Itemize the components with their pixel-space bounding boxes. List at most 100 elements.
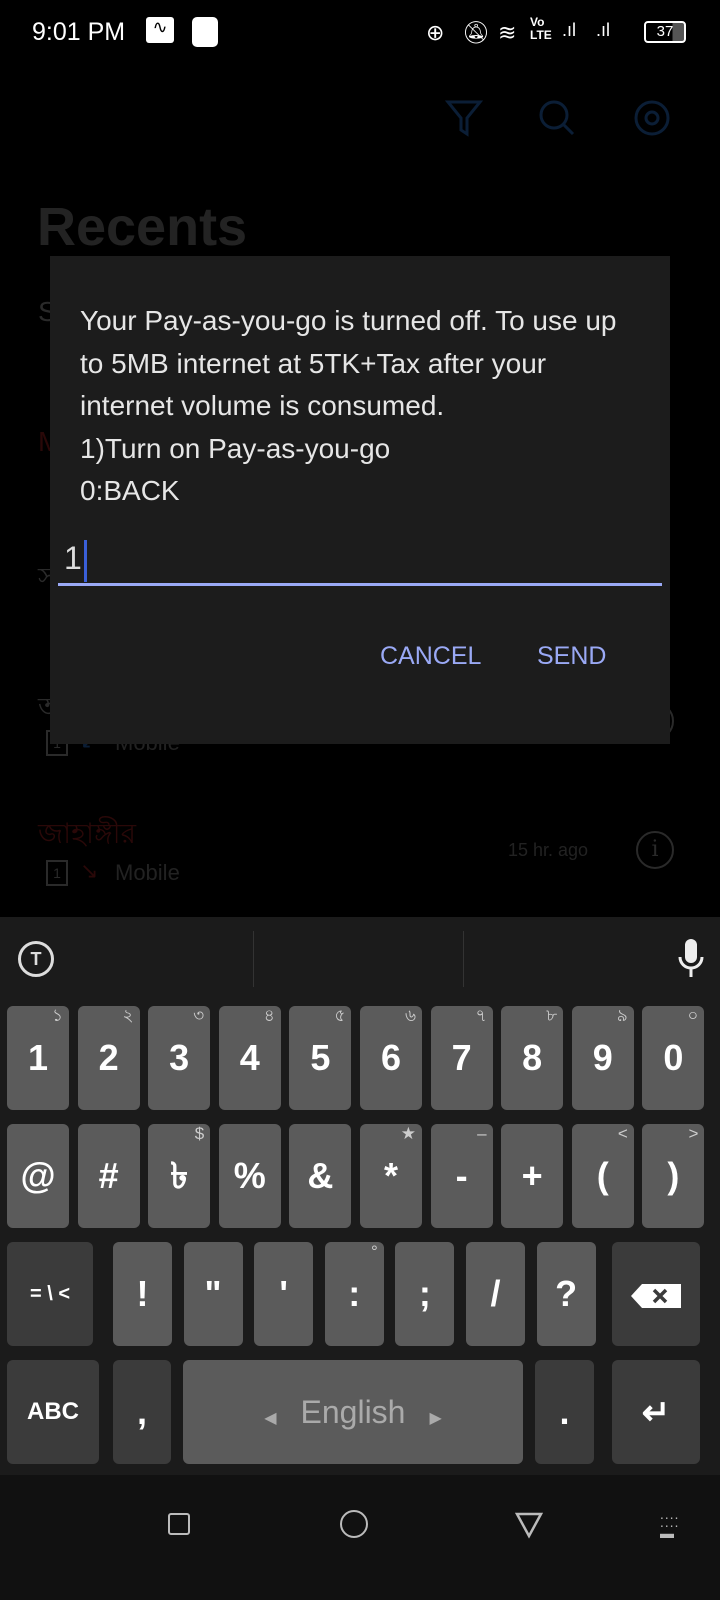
volte-icon: Vo LTE: [530, 15, 552, 42]
key-label: 0: [663, 1037, 684, 1078]
key-label: !: [136, 1273, 149, 1314]
key[interactable]: ) >: [642, 1124, 705, 1228]
key-hint: ১: [51, 1006, 63, 1025]
backspace-icon: [631, 1284, 681, 1309]
key-label: +: [521, 1155, 543, 1196]
key-label: ): [667, 1155, 680, 1196]
settings-icon[interactable]: [630, 96, 674, 140]
suggestion-bar: T: [0, 917, 720, 999]
key[interactable]: 9৯: [571, 1006, 634, 1110]
backspace-key[interactable]: [612, 1242, 700, 1346]
send-button[interactable]: SEND: [537, 642, 606, 671]
search-icon[interactable]: [535, 96, 579, 140]
key-label: .: [559, 1391, 570, 1432]
key[interactable]: ': [254, 1242, 314, 1346]
data-saver-icon: ⊕: [426, 20, 445, 45]
back-button[interactable]: [514, 1511, 544, 1539]
key-label: ABC: [27, 1398, 79, 1425]
keyboard-hide-icon[interactable]: ∙∙∙∙ ∙∙∙∙ ▬: [660, 1510, 680, 1540]
key-label: 2: [98, 1037, 119, 1078]
microphone-icon[interactable]: [676, 937, 706, 981]
key[interactable]: +: [501, 1124, 564, 1228]
key-label: /: [490, 1273, 501, 1314]
key-hint: ৯: [616, 1006, 628, 1025]
key-hint: –: [477, 1124, 487, 1143]
key[interactable]: 2২: [77, 1006, 140, 1110]
divider: [463, 931, 464, 987]
signal-icon: .ıl: [596, 20, 611, 40]
key-hint: ৭: [475, 1006, 487, 1025]
app-icon: [192, 17, 218, 47]
text-caret: [83, 539, 87, 582]
left-arrow-icon: ◀: [264, 1410, 277, 1427]
symbols-key[interactable]: = \ <: [7, 1242, 93, 1346]
key-label: = \ <: [29, 1283, 71, 1305]
key-label: 9: [592, 1037, 613, 1078]
key[interactable]: (<: [571, 1124, 634, 1228]
missed-call-icon: ↘: [80, 858, 99, 883]
cancel-button[interactable]: CANCEL: [380, 642, 481, 671]
key-hint: ৪: [263, 1006, 275, 1025]
key-label: 7: [451, 1037, 472, 1078]
key[interactable]: @: [7, 1124, 69, 1228]
activity-icon: ∿: [146, 17, 174, 43]
key[interactable]: ": [183, 1242, 243, 1346]
key[interactable]: : °: [324, 1242, 384, 1346]
key[interactable]: * ★: [360, 1124, 422, 1228]
key-label: -: [455, 1155, 468, 1196]
period-key[interactable]: .: [535, 1360, 594, 1464]
input-value: 1: [64, 540, 82, 576]
comma-key[interactable]: ,: [113, 1360, 171, 1464]
key[interactable]: - –: [430, 1124, 493, 1228]
key-label: 1: [27, 1037, 49, 1078]
key[interactable]: /: [466, 1242, 525, 1346]
key[interactable]: ৳ $: [148, 1124, 211, 1228]
key[interactable]: 4৪: [218, 1006, 281, 1110]
response-input[interactable]: 1: [58, 536, 662, 586]
key[interactable]: 1১: [7, 1006, 69, 1110]
space-key[interactable]: ◀ English ▶: [183, 1360, 523, 1464]
key-label: #: [98, 1155, 119, 1196]
filter-icon[interactable]: [442, 96, 486, 140]
key-label: 3: [169, 1037, 190, 1078]
key-label: ?: [555, 1273, 578, 1314]
home-button[interactable]: [340, 1510, 368, 1538]
key-hint: ৮: [546, 1006, 558, 1025]
translate-icon[interactable]: T: [18, 941, 54, 977]
key-label: ": [204, 1273, 222, 1314]
key-label: %: [233, 1155, 266, 1196]
key[interactable]: 5৫: [289, 1006, 352, 1110]
abc-key[interactable]: ABC: [7, 1360, 99, 1464]
key[interactable]: ;: [395, 1242, 455, 1346]
key[interactable]: #: [77, 1124, 140, 1228]
key-label: 6: [380, 1037, 402, 1078]
key-label: ,: [136, 1391, 147, 1432]
keyboard: T 1 ১ 2 ২ 3 ৩ 4 ৪ 5 ৫ 6 ৬ 7 ৭ 8 ৮ 9 ৯ 0 ০ @ # ৳ $% & * ★ - – +(<) > = \…: [0, 917, 720, 1475]
key-hint: ★: [400, 1124, 416, 1143]
info-icon[interactable]: i: [636, 831, 674, 869]
key-label: &: [307, 1155, 334, 1196]
key-label: 8: [522, 1037, 543, 1078]
key[interactable]: !: [113, 1242, 172, 1346]
key[interactable]: 3৩: [148, 1006, 211, 1110]
recents-button[interactable]: [168, 1513, 190, 1535]
key-hint: ৩: [193, 1006, 205, 1025]
key-hint: ৫: [334, 1006, 346, 1025]
key[interactable]: 8৮: [501, 1006, 564, 1110]
navigation-bar: ∙∙∙∙ ∙∙∙∙ ▬: [0, 1475, 720, 1600]
key[interactable]: ?: [536, 1242, 596, 1346]
key-label: 4: [239, 1037, 260, 1078]
key-label: 5: [310, 1037, 331, 1078]
key-hint: $: [194, 1124, 205, 1143]
battery-icon: 37: [644, 21, 686, 43]
ussd-dialog: Your Pay-as-you-go is turned off. To use…: [50, 256, 670, 744]
key[interactable]: 0০: [642, 1006, 705, 1110]
recent-name[interactable]: জাহাঙ্গীর: [38, 812, 136, 859]
key[interactable]: &: [289, 1124, 352, 1228]
enter-key[interactable]: ↵: [612, 1360, 700, 1464]
key[interactable]: %: [218, 1124, 281, 1228]
key[interactable]: 6৬: [360, 1006, 422, 1110]
key[interactable]: 7৭: [430, 1006, 493, 1110]
call-type: Mobile: [115, 860, 180, 885]
key-label: ৳: [170, 1155, 189, 1196]
